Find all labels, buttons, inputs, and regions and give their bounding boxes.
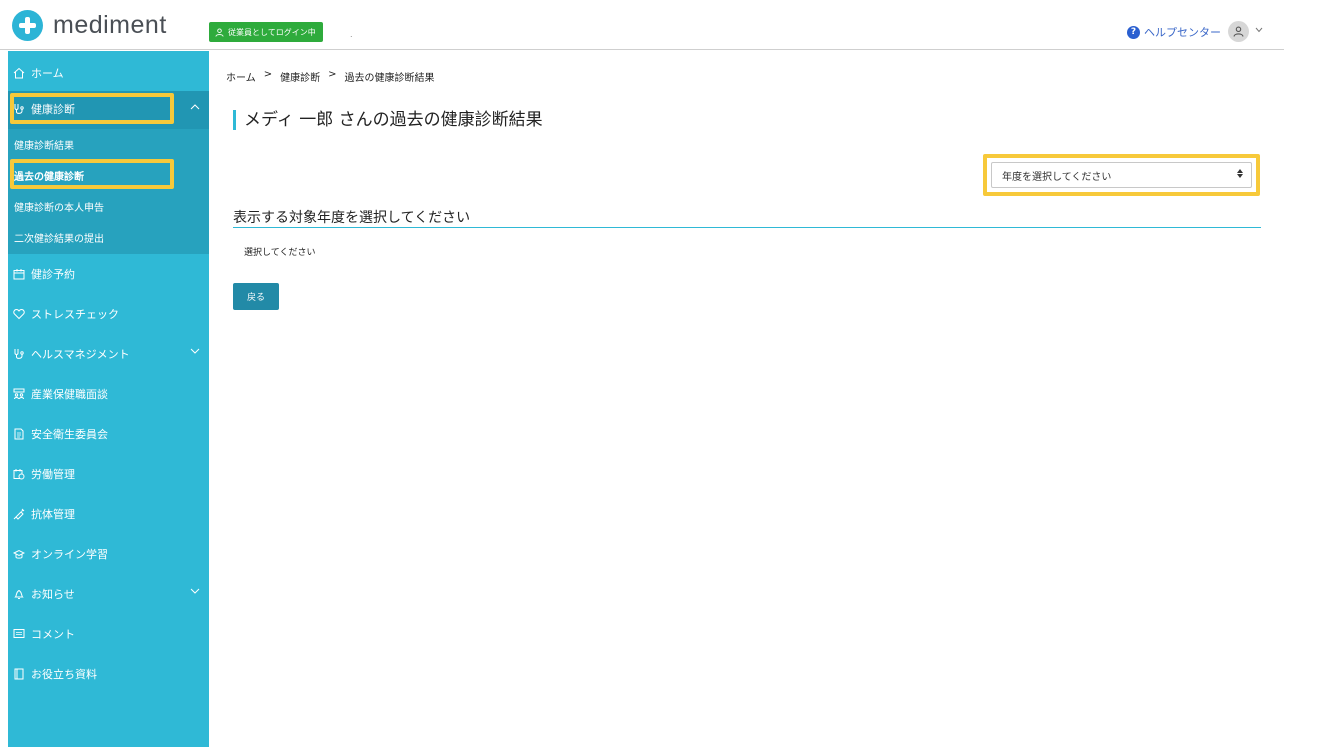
highlight-checkup bbox=[10, 93, 174, 124]
user-icon bbox=[215, 27, 224, 37]
chevron-down-icon bbox=[190, 588, 200, 594]
comment-icon bbox=[12, 627, 26, 641]
breadcrumb: ホーム > 健康診断 > 過去の健康診断結果 bbox=[226, 69, 434, 84]
placeholder-text: 選択してください bbox=[244, 248, 316, 258]
clock-calendar-icon bbox=[12, 467, 26, 481]
logo-text: mediment bbox=[53, 10, 167, 39]
stethoscope-icon bbox=[12, 347, 26, 361]
plus-logo-icon bbox=[12, 9, 43, 41]
sidebar-item-antibody[interactable]: 抗体管理 bbox=[8, 494, 209, 534]
sidebar-item-label: 安全衛生委員会 bbox=[31, 428, 108, 441]
submenu-item-secondary-results[interactable]: 二次健診結果の提出 bbox=[8, 222, 209, 253]
page-title: メディ 一郎 さんの過去の健康診断結果 bbox=[233, 110, 543, 130]
select-arrows-icon bbox=[1237, 169, 1243, 178]
sidebar: ホーム 健康診断 健康診断結果 過去の健康診断 健康診断の本人申告 二次健診結果… bbox=[8, 51, 209, 747]
breadcrumb-separator: > bbox=[328, 69, 337, 80]
sidebar-item-label: 健診予約 bbox=[31, 268, 75, 281]
chevron-down-icon bbox=[190, 348, 200, 354]
sidebar-item-safety-committee[interactable]: 安全衛生委員会 bbox=[8, 414, 209, 454]
back-button[interactable]: 戻る bbox=[233, 283, 279, 310]
sidebar-item-online-learning[interactable]: オンライン学習 bbox=[8, 534, 209, 574]
sidebar-item-comments[interactable]: コメント bbox=[8, 614, 209, 654]
sidebar-item-home[interactable]: ホーム bbox=[8, 53, 209, 93]
sidebar-item-label: ストレスチェック bbox=[31, 308, 119, 321]
highlight-past-checkup bbox=[10, 159, 174, 189]
graduation-cap-icon bbox=[12, 547, 26, 561]
breadcrumb-current: 過去の健康診断結果 bbox=[344, 73, 435, 84]
user-icon bbox=[1233, 26, 1244, 37]
sidebar-item-label: 抗体管理 bbox=[31, 508, 75, 521]
separator-dot: . bbox=[350, 30, 353, 39]
year-select[interactable]: 年度を選択してください bbox=[991, 162, 1252, 188]
syringe-icon bbox=[12, 507, 26, 521]
employee-login-badge: 従業員としてログイン中 bbox=[209, 22, 323, 42]
submenu-item-self-report[interactable]: 健康診断の本人申告 bbox=[8, 191, 209, 222]
sidebar-item-label: お知らせ bbox=[31, 588, 75, 601]
sidebar-item-label: コメント bbox=[31, 628, 75, 641]
book-icon bbox=[12, 667, 26, 681]
sidebar-item-notices[interactable]: お知らせ bbox=[8, 574, 209, 614]
chevron-up-icon bbox=[190, 104, 200, 110]
sidebar-item-interview[interactable]: 産業保健職面談 bbox=[8, 374, 209, 414]
sidebar-item-label: オンライン学習 bbox=[31, 548, 108, 561]
mediment-logo[interactable]: mediment bbox=[12, 9, 167, 41]
submenu-item-results[interactable]: 健康診断結果 bbox=[8, 129, 209, 160]
sidebar-item-label: ヘルスマネジメント bbox=[31, 348, 130, 361]
sidebar-item-health-management[interactable]: ヘルスマネジメント bbox=[8, 334, 209, 374]
help-center-label: ヘルプセンター bbox=[1144, 26, 1221, 39]
submenu-item-label: 健康診断結果 bbox=[14, 141, 74, 152]
sidebar-item-label: 産業保健職面談 bbox=[31, 388, 108, 401]
checkup-submenu: 健康診断結果 過去の健康診断 健康診断の本人申告 二次健診結果の提出 bbox=[8, 129, 209, 254]
chevron-down-icon[interactable] bbox=[1255, 27, 1263, 33]
submenu-item-label: 二次健診結果の提出 bbox=[14, 234, 104, 245]
user-avatar[interactable] bbox=[1228, 21, 1249, 42]
breadcrumb-home[interactable]: ホーム bbox=[226, 69, 256, 84]
question-icon: ? bbox=[1127, 25, 1140, 39]
top-header: mediment 従業員としてログイン中 . ? ヘルプセンター bbox=[0, 0, 1284, 50]
help-center-link[interactable]: ? ヘルプセンター bbox=[1127, 24, 1221, 40]
submenu-item-label: 健康診断の本人申告 bbox=[14, 203, 104, 214]
breadcrumb-separator: > bbox=[263, 69, 273, 80]
login-badge-label: 従業員としてログイン中 bbox=[228, 27, 316, 37]
bell-icon bbox=[12, 587, 26, 601]
sidebar-item-reservation[interactable]: 健診予約 bbox=[8, 254, 209, 294]
home-icon bbox=[12, 66, 26, 80]
breadcrumb-checkup[interactable]: 健康診断 bbox=[280, 69, 320, 84]
sidebar-item-label: 労働管理 bbox=[31, 468, 75, 481]
highlight-year-select: 年度を選択してください bbox=[983, 154, 1260, 196]
sidebar-item-labor-management[interactable]: 労働管理 bbox=[8, 454, 209, 494]
sidebar-item-stress-check[interactable]: ストレスチェック bbox=[8, 294, 209, 334]
calendar-icon bbox=[12, 267, 26, 281]
people-icon bbox=[12, 387, 26, 401]
sidebar-item-label: お役立ち資料 bbox=[31, 668, 97, 681]
year-select-value: 年度を選択してください bbox=[1002, 171, 1112, 183]
sidebar-item-label: ホーム bbox=[31, 67, 64, 80]
document-icon bbox=[12, 427, 26, 441]
section-title: 表示する対象年度を選択してください bbox=[233, 207, 1261, 228]
sidebar-item-resources[interactable]: お役立ち資料 bbox=[8, 654, 209, 694]
heart-icon bbox=[12, 307, 26, 321]
